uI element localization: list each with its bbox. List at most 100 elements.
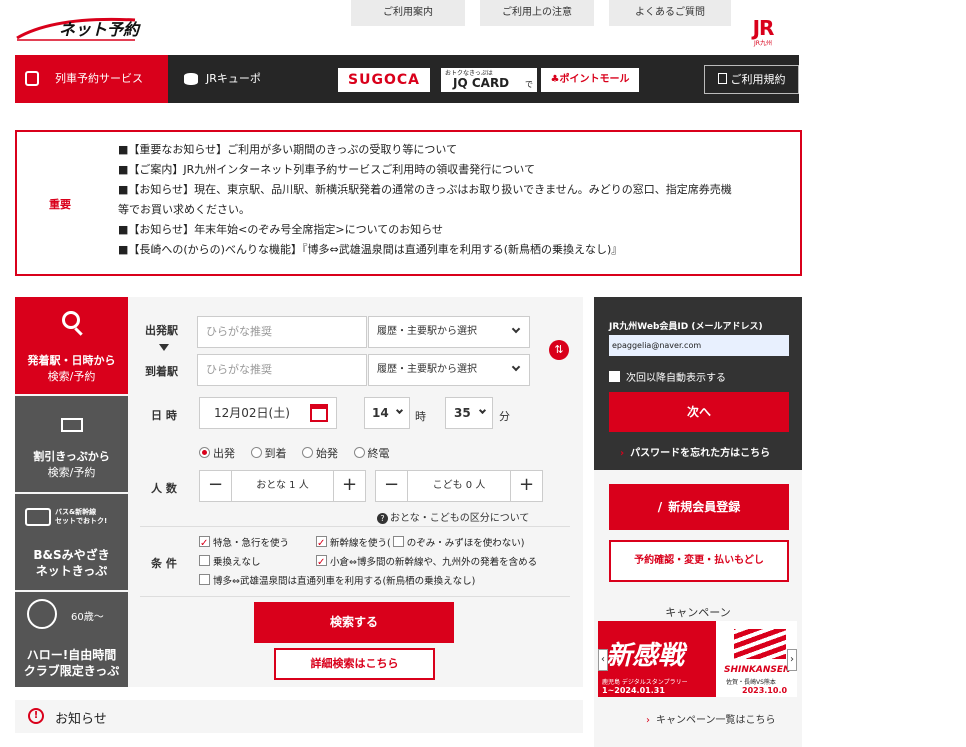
- cond-kokura-label: 小倉⇔博多間の新幹線や、九州外の発着を含める: [330, 557, 538, 568]
- swap-stations-button[interactable]: ⇅: [549, 340, 569, 360]
- cond-no-transfer-checkbox[interactable]: 乗換えなし: [199, 555, 261, 568]
- carousel-prev-button[interactable]: ‹: [598, 649, 608, 671]
- hour-select[interactable]: 14: [364, 397, 410, 429]
- nav-hello-line2: クラブ限定きっぷ: [23, 664, 120, 678]
- adult-stepper: − おとな 1 人 +: [199, 470, 366, 502]
- time-type-radios: 出発 到着 始発 終電: [199, 445, 390, 461]
- from-history-label: 履歴・主要駅から選択: [377, 326, 477, 337]
- carousel-next-button[interactable]: ›: [787, 649, 797, 671]
- from-history-select[interactable]: 履歴・主要駅から選択: [368, 316, 530, 348]
- divider: [140, 526, 570, 527]
- to-history-select[interactable]: 履歴・主要駅から選択: [368, 354, 530, 386]
- to-station-input[interactable]: ひらがな推奨: [197, 354, 367, 386]
- checkbox-icon: [316, 553, 327, 572]
- campaign-banner[interactable]: 新感戦 鹿児島 デジタルスタンプラリー 1~2024.01.31 SHINKAN…: [598, 621, 797, 697]
- to-label: 到着駅: [145, 365, 178, 378]
- radio-first-train[interactable]: 始発: [302, 447, 338, 460]
- search-button[interactable]: 検索する: [254, 602, 454, 643]
- sugoca-banner[interactable]: SUGOCA: [338, 68, 430, 92]
- nav-bs-miyazaki[interactable]: バス&新幹線 セットでおトク! B&Sみやざき ネットきっぷ: [15, 494, 128, 590]
- ticket-icon: [61, 418, 83, 432]
- radio-departure[interactable]: 出発: [199, 447, 235, 460]
- minute-select[interactable]: 35: [445, 397, 493, 429]
- cond-kokura-checkbox[interactable]: 小倉⇔博多間の新幹線や、九州外の発着を含める: [316, 553, 537, 572]
- reservation-confirm-button[interactable]: 予約確認・変更・払いもどし: [609, 540, 789, 582]
- point-mall-label: ポイントモール: [559, 74, 630, 85]
- search-icon-handle: [74, 327, 83, 336]
- train-icon: [25, 71, 39, 86]
- checkbox-icon: [316, 534, 327, 553]
- jq-card-banner[interactable]: おトクなきっぷは JQ CARD で: [441, 68, 537, 92]
- cond-express-checkbox[interactable]: 特急・急行を使う: [199, 534, 290, 553]
- from-station-input[interactable]: ひらがな推奨: [197, 316, 367, 348]
- faq-link[interactable]: よくあるご質問: [609, 0, 731, 26]
- checkbox-icon: [199, 555, 210, 566]
- radio-arrival[interactable]: 到着: [250, 447, 287, 460]
- checkbox-icon[interactable]: [392, 536, 404, 547]
- site-logo[interactable]: ネット予約: [15, 12, 140, 42]
- adult-minus-button[interactable]: −: [200, 471, 232, 501]
- notice-item[interactable]: ■【お知らせ】現在、東京駅、品川駅、新横浜駅発着の通常のきっぷはお取り扱いできま…: [118, 180, 798, 200]
- child-minus-button[interactable]: −: [376, 471, 408, 501]
- child-plus-button[interactable]: +: [510, 471, 542, 501]
- notice-item[interactable]: ■【重要なお知らせ】ご利用が多い期間のきっぷの受取り等について: [118, 140, 798, 160]
- tab-train-reservation[interactable]: 列車予約サービス: [15, 55, 168, 103]
- register-button[interactable]: / 新規会員登録: [609, 484, 789, 530]
- adult-plus-button[interactable]: +: [333, 471, 365, 501]
- notice-item[interactable]: ■【お知らせ】年末年始<のぞみ号全席指定>についてのお知らせ: [118, 220, 798, 240]
- nav-hello-jiyuu[interactable]: 60歳〜 ハロー!自由時間 クラブ限定きっぷ: [15, 592, 128, 687]
- forgot-password-label: パスワードを忘れた方はこちら: [630, 448, 771, 459]
- email-input[interactable]: epaggelia@naver.com: [609, 335, 789, 356]
- terms-label: ご利用規約: [730, 73, 786, 86]
- cond-express-label: 特急・急行を使う: [213, 538, 290, 549]
- date-input[interactable]: 12月02日(土): [199, 397, 337, 429]
- campaign-list-link[interactable]: › キャンペーン一覧はこちら: [646, 711, 776, 726]
- notice-item[interactable]: 等でお買い求めください。: [118, 200, 798, 220]
- banner-right: SHINKANSEN 佐賀・長崎VS熊本 2023.10.0: [716, 621, 797, 697]
- date-value: 12月02日(土): [214, 406, 290, 420]
- conditions-group: 特急・急行を使う 新幹線を使う( のぞみ・みずほを使わない) 乗換えなし 小倉⇔博…: [199, 534, 579, 591]
- auto-display-checkbox[interactable]: 次回以降自動表示する: [609, 369, 726, 384]
- cond-shinkansen-checkbox[interactable]: 新幹線を使う( のぞみ・みずほを使わない): [316, 534, 524, 553]
- detail-search-button[interactable]: 詳細検索はこちら: [274, 648, 435, 680]
- nav-discount-tickets[interactable]: 割引きっぷから 検索/予約: [15, 396, 128, 492]
- radio-label: 始発: [316, 447, 338, 460]
- next-button[interactable]: 次へ: [609, 392, 789, 432]
- child-stepper: − こども 0 人 +: [375, 470, 543, 502]
- calendar-icon[interactable]: [310, 404, 328, 422]
- radio-last-train[interactable]: 終電: [353, 447, 390, 460]
- notes-link[interactable]: ご利用上の注意: [480, 0, 594, 26]
- tab-jr-qupo[interactable]: JRキューポ: [168, 55, 323, 103]
- age-info-label: おとな・こどもの区分について: [390, 513, 530, 524]
- age-info-link[interactable]: ? おとな・こどもの区分について: [377, 509, 529, 524]
- cond-row-3: 博多⇔武雄温泉間は直通列車を利用する(新鳥栖の乗換えなし): [199, 572, 579, 591]
- cond-nozomi-label: のぞみ・みずほを使わない): [406, 538, 525, 549]
- hour-unit: 時: [415, 410, 426, 423]
- register-label: 新規会員登録: [668, 500, 741, 514]
- terms-button[interactable]: ご利用規約: [704, 65, 799, 94]
- child-value: こども 0 人: [432, 480, 486, 491]
- banner-right-sub: 佐賀・長崎VS熊本: [726, 679, 776, 686]
- banner-sub: 鹿児島 デジタルスタンプラリー: [602, 679, 688, 686]
- nav-discount-line1: 割引きっぷから: [33, 450, 110, 463]
- adult-value: おとな 1 人: [256, 480, 309, 491]
- campaign-title: キャンペーン: [665, 606, 731, 619]
- nav-search-line1: 発着駅・日時から: [27, 354, 116, 367]
- radio-icon: [199, 447, 210, 458]
- point-mall-banner[interactable]: ♣ポイントモール: [541, 68, 639, 92]
- nav-hello-badge: 60歳〜: [71, 612, 104, 623]
- notice-item[interactable]: ■【長崎への(からの)べんりな機能】『博多⇔武雄温泉間は直通列車を利用する(新鳥…: [118, 240, 798, 260]
- nav-search-by-station[interactable]: 発着駅・日時から 検索/予約: [15, 297, 128, 394]
- cond-direct-checkbox[interactable]: 博多⇔武雄温泉間は直通列車を利用する(新鳥栖の乗換えなし): [199, 574, 475, 587]
- cond-shinkansen-label: 新幹線を使う(: [330, 538, 391, 549]
- hello-club-icon: [27, 599, 57, 629]
- forgot-password-link[interactable]: › パスワードを忘れた方はこちら: [620, 444, 770, 459]
- checkbox-icon: [199, 574, 210, 585]
- campaign-list-label: キャンペーン一覧はこちら: [656, 715, 776, 726]
- radio-icon: [250, 447, 262, 458]
- guide-link[interactable]: ご利用案内: [351, 0, 465, 26]
- nav-search-line2: 検索/予約: [47, 370, 96, 383]
- radio-icon: [353, 447, 365, 458]
- notice-item[interactable]: ■【ご案内】JR九州インターネット列車予約サービスご利用時の領収書発行について: [118, 160, 798, 180]
- minute-value: 35: [454, 406, 471, 420]
